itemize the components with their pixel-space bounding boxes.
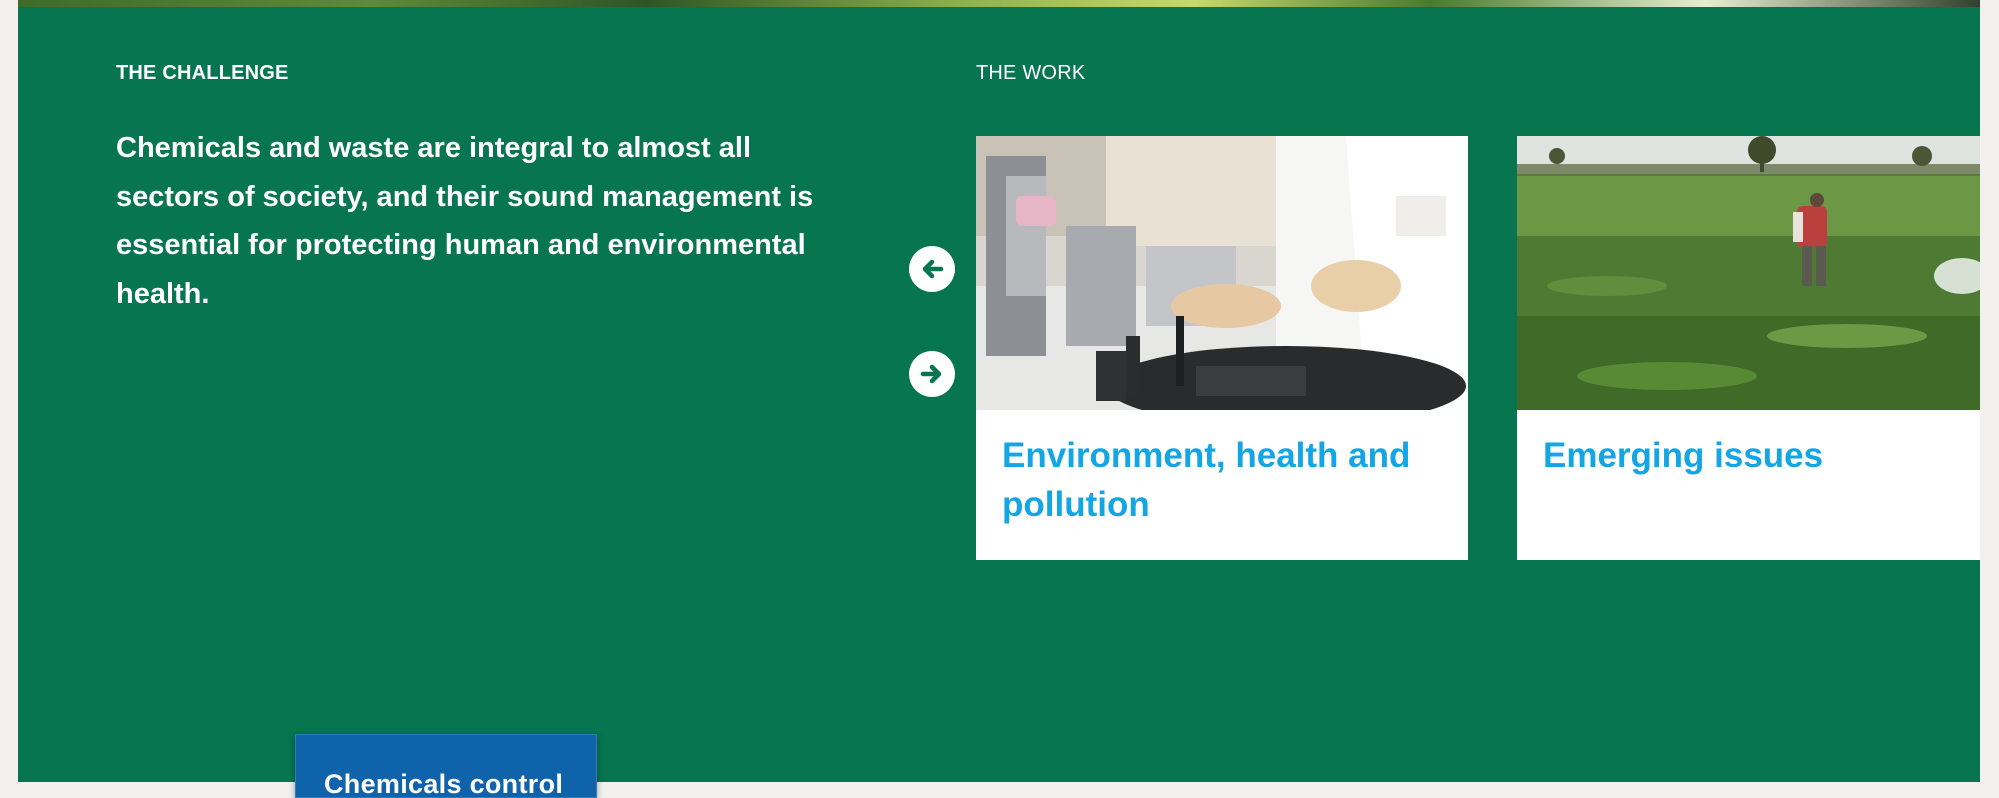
work-heading: THE WORK bbox=[976, 62, 1086, 84]
hero-image-strip bbox=[18, 0, 1980, 7]
challenge-work-section: THE CHALLENGE Chemicals and waste are in… bbox=[18, 7, 1980, 782]
lab-scientist-photo bbox=[976, 136, 1468, 410]
card-title[interactable]: Emerging issues bbox=[1543, 432, 1963, 481]
carousel-prev-button[interactable] bbox=[909, 246, 955, 292]
card-title[interactable]: Environment, health and pollution bbox=[1002, 432, 1422, 529]
work-card-emerging-issues[interactable]: Emerging issues bbox=[1517, 136, 1980, 560]
field-pesticide-spraying-photo bbox=[1517, 136, 1980, 410]
carousel-next-button[interactable] bbox=[909, 351, 955, 397]
arrow-left-circle-icon bbox=[922, 259, 944, 279]
arrow-right-circle-icon bbox=[920, 364, 942, 384]
challenge-heading: THE CHALLENGE bbox=[116, 62, 289, 84]
chemicals-control-button[interactable]: Chemicals control bbox=[295, 734, 597, 798]
challenge-text: Chemicals and waste are integral to almo… bbox=[116, 132, 814, 310]
work-card-environment-health[interactable]: Environment, health and pollution bbox=[976, 136, 1468, 560]
